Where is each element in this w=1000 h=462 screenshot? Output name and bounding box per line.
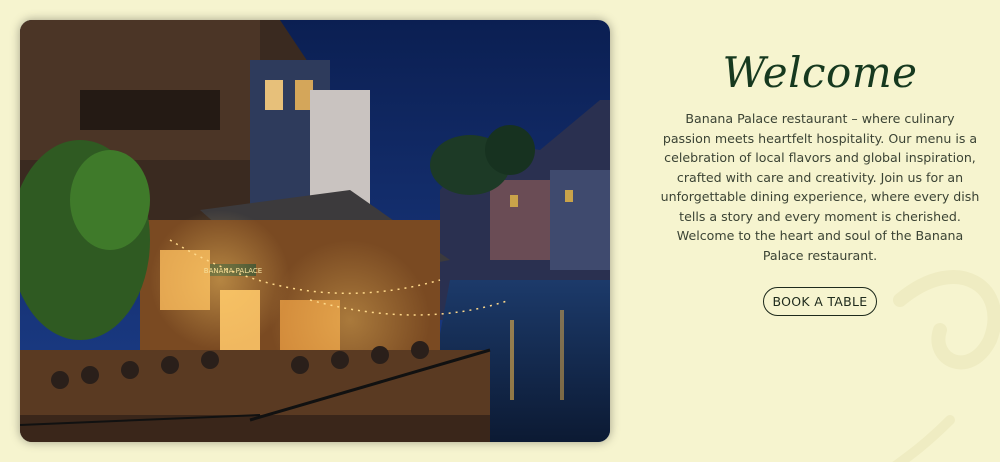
- welcome-description: Banana Palace restaurant – where culinar…: [660, 111, 980, 263]
- book-table-button[interactable]: BOOK A TABLE: [762, 287, 878, 316]
- restaurant-hero-image: BANANA PALACE: [20, 20, 610, 442]
- welcome-section: Welcome Banana Palace restaurant – where…: [660, 48, 980, 316]
- welcome-title: Welcome: [722, 48, 918, 97]
